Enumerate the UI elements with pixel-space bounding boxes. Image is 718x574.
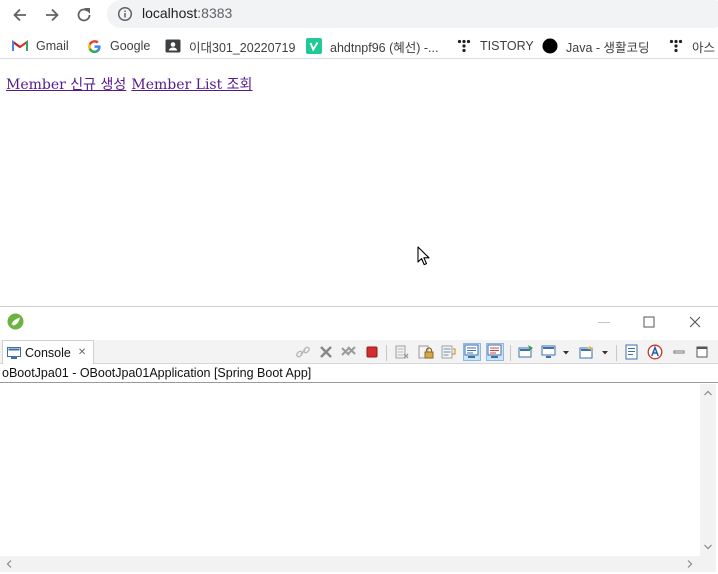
scroll-lock-button[interactable] xyxy=(417,343,435,361)
toolbar-separator xyxy=(386,345,387,361)
url-text[interactable]: localhost:8383 xyxy=(142,5,232,21)
clear-icon xyxy=(395,345,409,359)
bookmark-velog[interactable]: ahdtnpf96 (혜선) -... xyxy=(306,37,438,55)
tistory-icon xyxy=(456,38,472,54)
google-icon xyxy=(86,38,102,54)
maximize-icon xyxy=(696,346,708,358)
url-host: localhost xyxy=(142,5,198,21)
tab-close-icon[interactable]: ✕ xyxy=(78,347,86,358)
close-button[interactable] xyxy=(687,314,703,330)
maximize-button[interactable] xyxy=(641,314,657,330)
gmail-icon xyxy=(12,38,28,54)
forward-button[interactable] xyxy=(40,3,64,27)
info-icon[interactable] xyxy=(117,6,133,22)
bookmark-label: Google xyxy=(110,39,151,53)
bookmark-gmail[interactable]: Gmail xyxy=(12,37,69,55)
tab-console[interactable]: Console ✕ xyxy=(2,340,94,364)
console-window: Console ✕ oBootJpa01 - OBootJpa01Applica… xyxy=(0,306,718,574)
member-create-link[interactable]: Member 신규 생성 xyxy=(6,77,126,93)
member-list-link[interactable]: Member List 조회 xyxy=(131,77,252,93)
x-icon xyxy=(320,346,332,358)
view-minimize-button[interactable] xyxy=(670,343,688,361)
minimize-button[interactable] xyxy=(596,314,612,330)
browser-toolbar: localhost:8383 xyxy=(0,0,718,30)
link-with-editor-button[interactable] xyxy=(294,343,312,361)
ascii-view-button[interactable] xyxy=(646,343,664,361)
url-port: :8383 xyxy=(197,5,233,21)
bookmark-tistory[interactable]: TISTORY xyxy=(456,37,534,55)
bookmark-label: 아스 xyxy=(692,40,716,55)
lock-icon xyxy=(418,345,434,359)
scroll-right-icon[interactable] xyxy=(683,556,697,572)
arrow-left-icon xyxy=(13,8,26,22)
bookmark-class[interactable]: 이대301_20220719 xyxy=(165,37,295,55)
scroll-down-icon[interactable] xyxy=(700,540,716,554)
console-output-icon xyxy=(464,344,479,358)
minimize-icon xyxy=(673,350,685,354)
vertical-scrollbar[interactable] xyxy=(700,384,716,556)
reload-icon xyxy=(77,8,91,22)
back-button[interactable] xyxy=(8,3,32,27)
show-console-stdout-button[interactable] xyxy=(463,343,481,361)
display-selected-console-button[interactable] xyxy=(541,343,571,361)
word-wrap-button[interactable] xyxy=(440,343,458,361)
word-wrap-icon xyxy=(441,345,456,359)
properties-button[interactable] xyxy=(623,343,641,361)
tab-label: Console xyxy=(25,345,71,360)
page-content: Member 신규 생성 Member List 조회 xyxy=(0,60,718,306)
mouse-pointer-icon xyxy=(417,246,430,266)
scroll-up-icon[interactable] xyxy=(700,386,716,400)
properties-icon xyxy=(625,344,638,360)
remove-all-terminated-button[interactable] xyxy=(340,343,358,361)
console-process-title: oBootJpa01 - OBootJpa01Application [Spri… xyxy=(0,365,718,383)
spring-logo-icon xyxy=(7,313,24,330)
pin-console-icon xyxy=(518,345,533,358)
double-x-icon xyxy=(341,346,356,356)
bookmark-java[interactable]: Java - 생활코딩 xyxy=(542,37,650,55)
monitor-dropdown-icon xyxy=(541,345,569,358)
link-row: Member 신규 생성 Member List 조회 xyxy=(6,74,252,94)
console-output-area[interactable] xyxy=(0,384,700,556)
v-icon xyxy=(306,38,322,54)
bookmark-google[interactable]: Google xyxy=(86,37,150,55)
bookmark-label: Gmail xyxy=(36,39,69,53)
black-circle-icon xyxy=(542,38,558,54)
contact-card-icon xyxy=(165,38,181,54)
console-error-icon xyxy=(487,344,502,358)
scroll-left-icon[interactable] xyxy=(2,556,16,572)
reload-button[interactable] xyxy=(72,3,96,27)
terminate-button[interactable] xyxy=(363,343,381,361)
toolbar-separator xyxy=(510,345,511,361)
open-console-button[interactable] xyxy=(579,343,611,361)
bookmark-more[interactable]: 아스 xyxy=(668,37,715,55)
scrollbar-corner xyxy=(700,556,716,572)
arrow-right-icon xyxy=(46,8,59,22)
stop-icon xyxy=(366,346,378,358)
show-console-stderr-button[interactable] xyxy=(486,343,504,361)
bookmark-label: ahdtnpf96 (혜선) -... xyxy=(330,40,439,55)
pin-console-button[interactable] xyxy=(517,343,535,361)
window-titlebar xyxy=(0,307,718,337)
bookmark-label: 이대301_20220719 xyxy=(189,40,296,55)
console-title-text: oBootJpa01 - OBootJpa01Application [Spri… xyxy=(2,366,312,380)
letter-a-icon xyxy=(647,344,663,360)
new-console-dropdown-icon xyxy=(579,345,608,359)
horizontal-scrollbar[interactable] xyxy=(0,556,700,572)
bookmark-label: TISTORY xyxy=(480,39,534,53)
address-bar[interactable]: localhost:8383 xyxy=(107,0,718,28)
bookmarks-bar: Gmail Google 이대301_20220719 ahdtnpf96 (혜… xyxy=(0,33,718,59)
view-maximize-button[interactable] xyxy=(693,343,711,361)
clear-console-button[interactable] xyxy=(393,343,411,361)
tistory-icon xyxy=(668,38,684,54)
console-icon xyxy=(7,346,21,359)
link-icon xyxy=(296,346,310,358)
remove-launch-button[interactable] xyxy=(317,343,335,361)
bookmark-label: Java - 생활코딩 xyxy=(566,40,650,55)
toolbar-separator xyxy=(616,345,617,361)
